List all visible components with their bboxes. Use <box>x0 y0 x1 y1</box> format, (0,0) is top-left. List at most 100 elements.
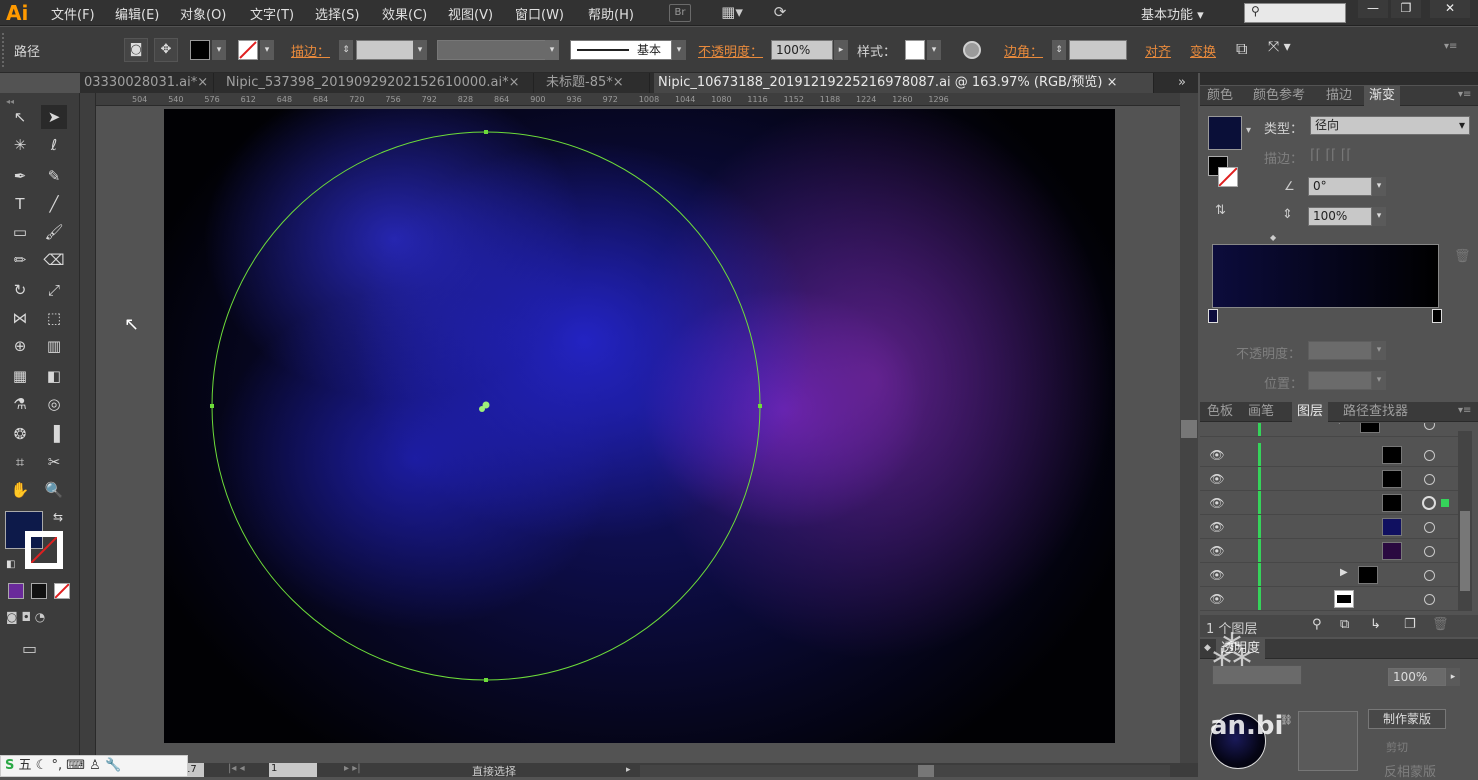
vertical-scrollbar[interactable] <box>1180 93 1198 763</box>
panel-menu-icon[interactable]: ▾≡ <box>1458 89 1471 100</box>
layer-row[interactable]: 👁 <box>1200 539 1458 563</box>
opacity-field[interactable]: 100% <box>771 40 833 60</box>
pen-tool-icon[interactable]: ✒ <box>7 164 33 188</box>
ime-toolbar[interactable]: S 五 ☾ °, ⌨ ♙ 🔧 <box>0 755 188 777</box>
scale-tool-icon[interactable]: ⤢ <box>41 278 67 302</box>
menu-help[interactable]: 帮助(H) <box>588 4 634 23</box>
help-search-input[interactable]: ⚲ <box>1244 3 1346 23</box>
zoom-tool-icon[interactable]: 🔍 <box>41 478 67 502</box>
magic-wand-tool-icon[interactable]: ✳ <box>7 133 33 157</box>
status-menu-icon[interactable]: ▸ <box>626 765 631 775</box>
default-colors-icon[interactable]: ◧ <box>6 559 15 570</box>
layer-row-selected[interactable]: 👁 <box>1200 491 1458 515</box>
invert-mask-checkbox-label[interactable]: 反相蒙版 <box>1384 761 1436 780</box>
anchor-point-right[interactable] <box>758 404 762 408</box>
visibility-eye-icon[interactable]: 👁 <box>1209 567 1225 583</box>
selection-indicator[interactable] <box>1441 499 1449 507</box>
corner-stepper[interactable]: ⇕ <box>1052 40 1066 60</box>
screen-mode-icon[interactable]: ▭ <box>22 639 48 659</box>
layer-row[interactable]: 👁 <box>1200 467 1458 491</box>
recolor-artwork-icon[interactable] <box>963 41 981 59</box>
type-tool-icon[interactable]: T <box>7 192 33 216</box>
gradient-preview-swatch[interactable] <box>1208 116 1242 150</box>
menu-window[interactable]: 窗口(W) <box>515 4 564 23</box>
eraser-tool-icon[interactable]: ⌫ <box>41 248 67 272</box>
ime-settings-icon[interactable]: 🔧 <box>105 758 121 773</box>
angle-field[interactable]: 0° <box>1308 177 1372 196</box>
layer-row[interactable]: 👁 <box>1200 515 1458 539</box>
tab-document-2[interactable]: Nipic_537398_20190929202152610000.ai*× <box>222 73 534 93</box>
clip-checkbox-label[interactable]: 剪切 <box>1386 739 1408 755</box>
scrollbar-thumb[interactable] <box>918 765 934 777</box>
blend-tool-icon[interactable]: ◎ <box>41 392 67 416</box>
expand-arrow-icon[interactable]: ▾ <box>1337 423 1342 427</box>
gradient-stop-left[interactable] <box>1208 309 1218 323</box>
rectangle-tool-icon[interactable]: ▭ <box>7 220 33 244</box>
ime-punctuation-icon[interactable]: °, <box>51 758 62 773</box>
color-mode-icon[interactable] <box>8 583 24 599</box>
slice-tool-icon[interactable]: ✂ <box>41 450 67 474</box>
line-tool-icon[interactable]: ╱ <box>41 192 67 216</box>
target-circle-icon[interactable] <box>1424 450 1435 461</box>
variable-width-profile[interactable] <box>437 40 549 60</box>
width-tool-icon[interactable]: ⋈ <box>7 306 33 330</box>
angle-dropdown[interactable]: ▾ <box>1372 177 1386 196</box>
fill-swatch[interactable] <box>190 40 210 60</box>
layer-row[interactable]: 👁 <box>1200 443 1458 467</box>
transform-link[interactable]: 变换 <box>1190 41 1216 60</box>
selection-tool-icon[interactable]: ↖ <box>7 105 33 129</box>
tab-document-3[interactable]: 未标题-85*× <box>542 73 650 93</box>
clipping-mask-icon[interactable]: ⧉ <box>1340 617 1349 632</box>
menu-effect[interactable]: 效果(C) <box>382 4 427 23</box>
ime-moon-icon[interactable]: ☾ <box>36 758 48 773</box>
make-mask-button[interactable]: 制作蒙版 <box>1368 709 1446 729</box>
locate-object-icon[interactable]: ⚲ <box>1312 617 1322 632</box>
close-icon[interactable]: × <box>509 75 520 90</box>
delete-layer-icon[interactable]: 🗑 <box>1432 617 1449 632</box>
panel-menu-icon[interactable]: ▾≡ <box>1444 41 1457 52</box>
target-selected-icon[interactable] <box>1422 496 1436 510</box>
artboard-number-field[interactable]: 1 <box>269 763 317 777</box>
graphic-style-swatch[interactable] <box>905 40 925 60</box>
stroke-color-box[interactable] <box>25 531 63 569</box>
ime-mode-icon[interactable]: 五 <box>19 758 32 773</box>
tab-gradient[interactable]: 渐变 <box>1364 86 1401 106</box>
menu-select[interactable]: 选择(S) <box>315 4 359 23</box>
gradient-mode-icon[interactable] <box>31 583 47 599</box>
anchor-point-left[interactable] <box>210 404 214 408</box>
visibility-eye-icon[interactable]: 👁 <box>1209 543 1225 559</box>
new-layer-icon[interactable]: ❐ <box>1404 617 1416 632</box>
brush-definition-field[interactable]: 基本 <box>570 40 672 60</box>
stroke-weight-dropdown[interactable]: ▾ <box>413 40 427 60</box>
opacity-label[interactable]: 不透明度： <box>698 41 763 60</box>
stop-position-field[interactable] <box>1308 371 1372 390</box>
symbol-sprayer-tool-icon[interactable]: ❂ <box>7 422 33 446</box>
swap-colors-icon[interactable]: ⇆ <box>53 510 63 524</box>
rotate-tool-icon[interactable]: ↻ <box>7 278 33 302</box>
menu-object[interactable]: 对象(O) <box>180 4 226 23</box>
sync-icon[interactable]: ⟳ <box>766 4 794 22</box>
isolate-selected-icon[interactable]: ◙ <box>124 38 148 62</box>
isolation-mode-icon[interactable]: ⤧ ▾ <box>1268 39 1304 59</box>
stroke-label[interactable]: 描边： <box>291 41 330 60</box>
close-window-button[interactable]: ✕ <box>1430 0 1470 18</box>
close-icon[interactable]: × <box>613 75 624 90</box>
close-icon[interactable]: × <box>197 75 208 90</box>
layer-row[interactable]: ▾ <box>1200 423 1458 437</box>
gradient-presets-dropdown[interactable]: ▾ <box>1246 125 1251 136</box>
target-circle-icon[interactable] <box>1424 570 1435 581</box>
tab-layers[interactable]: 图层 <box>1292 402 1329 422</box>
horizontal-scrollbar[interactable] <box>640 765 1170 777</box>
ime-skin-icon[interactable]: ♙ <box>89 758 101 773</box>
panel-menu-icon[interactable]: ▾≡ <box>1458 405 1471 416</box>
column-graph-tool-icon[interactable]: ▐ <box>41 422 67 446</box>
layers-scrollbar[interactable] <box>1458 431 1472 611</box>
tab-stroke[interactable]: 描边 <box>1321 86 1357 106</box>
shape-builder-tool-icon[interactable]: ⊕ <box>7 334 33 358</box>
stroke-swatch[interactable] <box>238 40 258 60</box>
visibility-eye-icon[interactable]: 👁 <box>1209 591 1225 607</box>
new-sublayer-icon[interactable]: ↳ <box>1370 617 1381 632</box>
gradient-tool-icon[interactable]: ◧ <box>41 364 67 388</box>
align-link[interactable]: 对齐 <box>1145 41 1171 60</box>
reverse-gradient-icon[interactable]: ⇅ <box>1215 203 1226 218</box>
